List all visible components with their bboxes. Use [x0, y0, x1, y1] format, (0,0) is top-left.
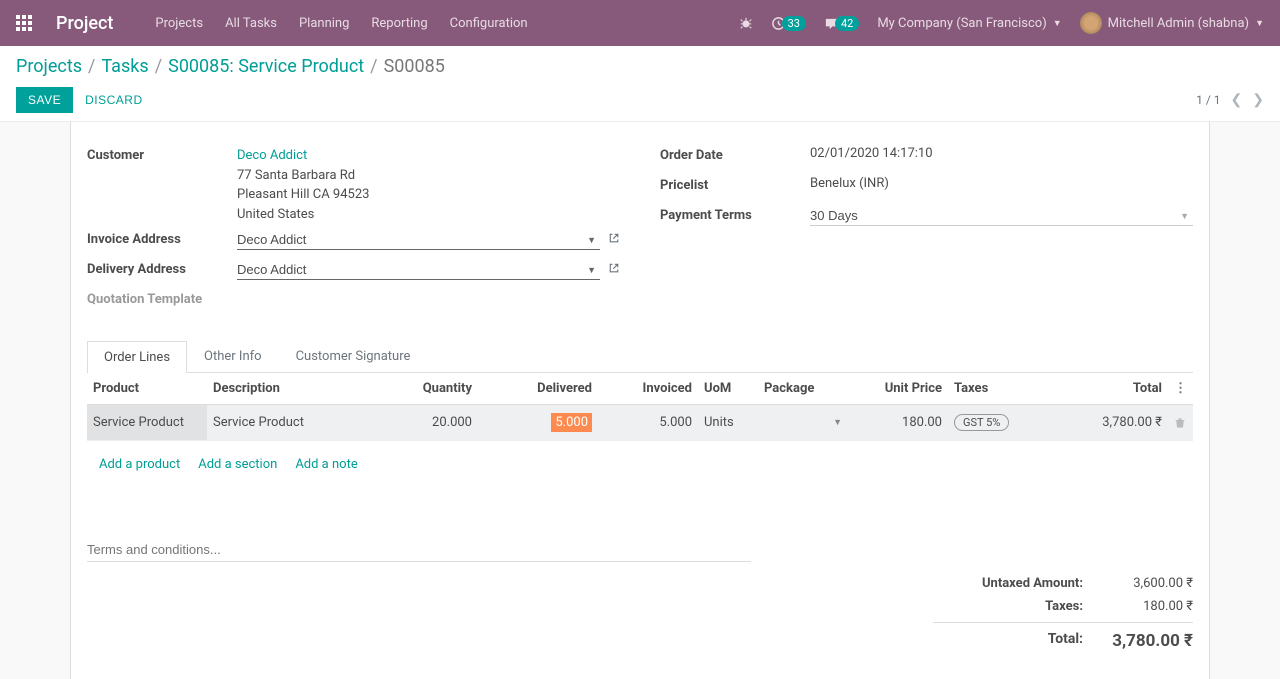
label-pricelist: Pricelist [660, 176, 810, 193]
th-unit-price: Unit Price [848, 373, 948, 405]
payment-terms-input[interactable] [810, 206, 1193, 226]
totals: Untaxed Amount: 3,600.00 ₹ Taxes: 180.00… [933, 572, 1193, 655]
cell-product[interactable]: Service Product [87, 405, 207, 441]
tab-other-info[interactable]: Other Info [187, 340, 279, 372]
pager-text: 1 / 1 [1196, 93, 1220, 107]
tab-order-lines[interactable]: Order Lines [87, 341, 187, 373]
messages-badge: 42 [835, 16, 859, 31]
messages-icon[interactable]: 42 [824, 16, 859, 31]
save-button[interactable]: SAVE [16, 87, 73, 113]
cell-description[interactable]: Service Product [207, 405, 398, 441]
th-delivered: Delivered [478, 373, 598, 405]
invoice-address-input[interactable] [237, 230, 600, 250]
chevron-down-icon: ▼ [1255, 18, 1264, 29]
total-value: 3,780.00 ₹ [1103, 631, 1193, 651]
cell-invoiced[interactable]: 5.000 [598, 405, 698, 441]
breadcrumb-task[interactable]: S00085: Service Product [168, 56, 364, 77]
discard-button[interactable]: DISCARD [85, 93, 143, 107]
th-quantity: Quantity [398, 373, 478, 405]
chevron-down-icon: ▼ [1053, 18, 1062, 29]
delivery-address-input[interactable] [237, 260, 600, 280]
th-uom: UoM [698, 373, 758, 405]
pager-prev[interactable]: ❮ [1231, 92, 1243, 108]
order-lines-table: Product Description Quantity Delivered I… [87, 373, 1193, 488]
customer-street: 77 Santa Barbara Rd [237, 168, 355, 183]
breadcrumb-current: S00085 [384, 56, 445, 77]
label-invoice-address: Invoice Address [87, 230, 237, 247]
taxes-value: 180.00 ₹ [1103, 599, 1193, 614]
user-menu[interactable]: Mitchell Admin (shabna) ▼ [1080, 12, 1264, 34]
kebab-icon[interactable]: ⋮ [1174, 381, 1187, 396]
th-description: Description [207, 373, 398, 405]
th-taxes: Taxes [948, 373, 1028, 405]
form-sheet: Customer Deco Addict 77 Santa Barbara Rd… [70, 122, 1210, 679]
breadcrumb: Projects / Tasks / S00085: Service Produ… [16, 56, 1264, 77]
taxes-label: Taxes: [933, 599, 1083, 614]
total-label: Total: [933, 631, 1083, 651]
th-invoiced: Invoiced [598, 373, 698, 405]
label-payment-terms: Payment Terms [660, 206, 810, 223]
activities-badge: 33 [782, 16, 806, 31]
apps-icon[interactable] [16, 15, 32, 31]
label-order-date: Order Date [660, 146, 810, 163]
customer-city: Pleasant Hill CA 94523 [237, 187, 369, 202]
external-link-icon[interactable] [608, 230, 620, 244]
pager-next[interactable]: ❯ [1252, 92, 1264, 108]
app-title[interactable]: Project [56, 13, 113, 34]
cell-total: 3,780.00 ₹ [1028, 405, 1168, 441]
avatar [1080, 12, 1102, 34]
bug-icon[interactable] [739, 16, 753, 30]
tabs: Order Lines Other Info Customer Signatur… [87, 340, 1193, 373]
cell-package[interactable]: ▼ [758, 405, 848, 441]
label-quotation-template: Quotation Template [87, 290, 237, 307]
table-row[interactable]: Service Product Service Product 20.000 5… [87, 405, 1193, 441]
add-section-link[interactable]: Add a section [198, 457, 277, 472]
untaxed-label: Untaxed Amount: [933, 576, 1083, 591]
add-note-link[interactable]: Add a note [295, 457, 357, 472]
breadcrumb-tasks[interactable]: Tasks [101, 56, 148, 77]
control-panel: Projects / Tasks / S00085: Service Produ… [0, 46, 1280, 122]
untaxed-value: 3,600.00 ₹ [1103, 576, 1193, 591]
menu-all-tasks[interactable]: All Tasks [225, 16, 277, 31]
user-name: Mitchell Admin (shabna) [1108, 16, 1249, 31]
chevron-down-icon: ▼ [833, 417, 842, 428]
customer-country: United States [237, 207, 314, 222]
navbar: Project Projects All Tasks Planning Repo… [0, 0, 1280, 46]
external-link-icon[interactable] [608, 260, 620, 274]
company-name: My Company (San Francisco) [877, 16, 1046, 31]
cell-uom[interactable]: Units [698, 405, 758, 441]
th-total: Total [1028, 373, 1168, 405]
terms-input[interactable] [87, 538, 751, 562]
label-customer: Customer [87, 146, 237, 163]
activities-icon[interactable]: 33 [771, 16, 806, 31]
customer-link[interactable]: Deco Addict [237, 148, 307, 163]
trash-icon[interactable] [1174, 415, 1186, 430]
menu-projects[interactable]: Projects [155, 16, 203, 31]
label-delivery-address: Delivery Address [87, 260, 237, 277]
tab-customer-signature[interactable]: Customer Signature [279, 340, 428, 372]
menu-configuration[interactable]: Configuration [450, 16, 528, 31]
company-selector[interactable]: My Company (San Francisco) ▼ [877, 16, 1061, 31]
pricelist-value: Benelux (INR) [810, 176, 1193, 191]
cell-unit-price[interactable]: 180.00 [848, 405, 948, 441]
menu-reporting[interactable]: Reporting [371, 16, 427, 31]
menu-planning[interactable]: Planning [299, 16, 349, 31]
cell-quantity[interactable]: 20.000 [398, 405, 478, 441]
cell-taxes[interactable]: GST 5% [948, 405, 1028, 441]
cell-delivered[interactable]: 5.000 [478, 405, 598, 441]
add-product-link[interactable]: Add a product [99, 457, 180, 472]
pager: 1 / 1 ❮ ❯ [1196, 92, 1264, 108]
th-package: Package [758, 373, 848, 405]
th-product: Product [87, 373, 207, 405]
breadcrumb-projects[interactable]: Projects [16, 56, 82, 77]
order-date-value: 02/01/2020 14:17:10 [810, 146, 1193, 161]
